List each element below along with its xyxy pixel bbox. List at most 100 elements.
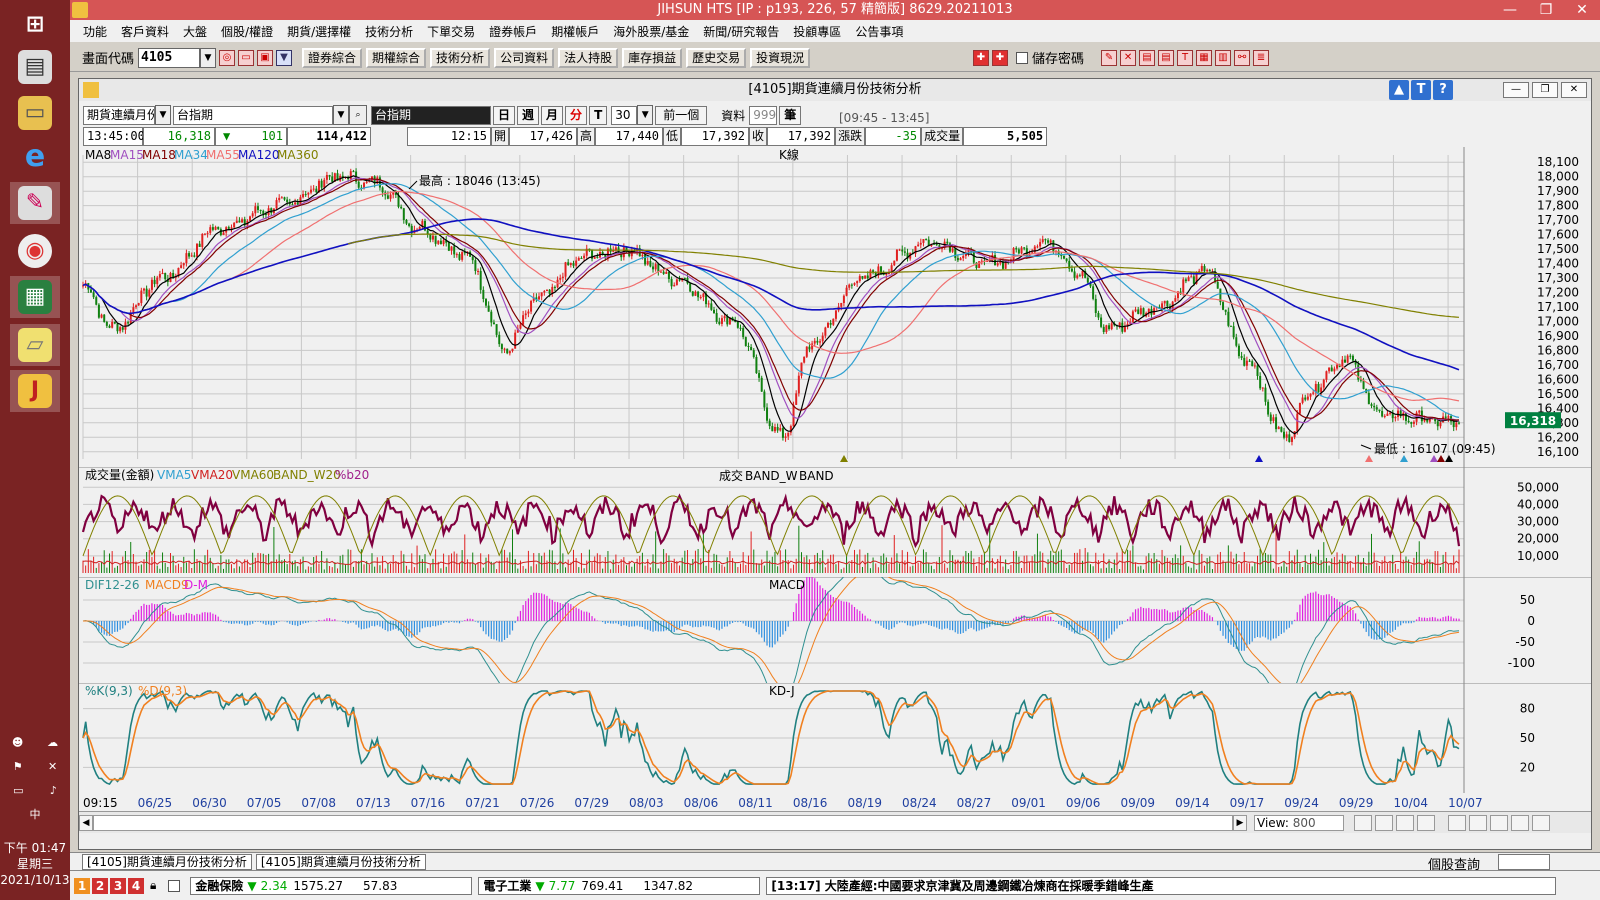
tool-t-icon[interactable]: T [1177, 49, 1194, 66]
scroll-track[interactable] [93, 815, 1233, 831]
window-tab[interactable]: [4105]期貨連續月份技術分析 [82, 853, 252, 870]
ie-browser-icon[interactable]: e [10, 136, 60, 178]
menu-item[interactable]: 投顧專區 [786, 23, 848, 40]
code-input[interactable]: 4105 [138, 47, 201, 68]
menu-item[interactable]: 技術分析 [358, 23, 420, 40]
ime-indicator[interactable]: 中 [30, 806, 41, 822]
menu-item[interactable]: 客戶資料 [114, 23, 176, 40]
draw-icon[interactable] [1511, 815, 1529, 831]
zoom-reset-icon[interactable] [1396, 815, 1414, 831]
volume-panel[interactable]: 50,00040,00030,00020,00010,000成交量(金額) VMA… [79, 467, 1591, 577]
ticker-checkbox[interactable] [168, 879, 181, 892]
interval-select[interactable]: 30 [611, 105, 638, 125]
menu-item[interactable]: 新聞/研究報告 [696, 23, 786, 40]
help-icon[interactable]: ? [1433, 80, 1453, 100]
tray-monitor-icon[interactable]: ▭ [13, 784, 23, 797]
restore-icon[interactable]: ❐ [1528, 0, 1564, 20]
tool-doc-icon[interactable]: ▤ [1139, 49, 1156, 66]
zoom-in-icon[interactable] [1354, 815, 1372, 831]
ticker-page-3[interactable]: 3 [110, 877, 126, 894]
scroll-right-icon[interactable]: ▶ [1233, 815, 1247, 831]
period-minute-button[interactable]: 分 [565, 105, 588, 125]
tray-volume-icon[interactable]: ♪ [50, 784, 57, 797]
tool-pen-icon[interactable]: ✎ [1101, 49, 1118, 66]
window-restore-icon[interactable]: ❐ [1532, 82, 1558, 98]
product-type-select[interactable]: 期貨連續月份 [83, 105, 155, 125]
gear-icon[interactable] [1532, 815, 1550, 831]
lock-icon[interactable]: 🔒︎ [150, 878, 156, 893]
toolbar-button[interactable]: 法人持股 [558, 47, 619, 68]
layout-icon[interactable] [1490, 815, 1508, 831]
kline-panel[interactable]: 18,10018,00017,90017,80017,70017,60017,5… [79, 147, 1591, 467]
file-explorer-icon[interactable]: ▭ [10, 92, 60, 134]
toolbar-button[interactable]: 歷史交易 [686, 47, 747, 68]
toolbar-button[interactable]: 庫存損益 [622, 47, 683, 68]
minus-red-icon[interactable]: ✚ [992, 49, 1008, 66]
tool-doc2-icon[interactable]: ▤ [1158, 49, 1175, 66]
tool-x-icon[interactable]: ✕ [1120, 49, 1137, 66]
settings-chart-icon[interactable] [1448, 815, 1466, 831]
toolbar-button[interactable]: 公司資料 [494, 47, 555, 68]
menu-item[interactable]: 功能 [76, 23, 114, 40]
tool-list-icon[interactable]: ≣ [1253, 49, 1270, 66]
window-icon[interactable]: ▼ [276, 49, 293, 66]
plus-red-icon[interactable]: ✚ [973, 49, 989, 66]
toolbar-button[interactable]: 期權綜合 [366, 47, 427, 68]
symbol-input[interactable]: 台指期 [173, 105, 333, 125]
toolbar-button[interactable]: 證券綜合 [302, 47, 363, 68]
copy-icon[interactable] [1469, 815, 1487, 831]
menu-item[interactable]: 期權帳戶 [544, 23, 606, 40]
chevron-down-icon[interactable]: ▼ [637, 105, 654, 125]
folder-icon[interactable]: ▭ [238, 49, 255, 66]
text-t-icon[interactable]: T [1411, 80, 1431, 100]
menu-item[interactable]: 大盤 [176, 23, 214, 40]
prev-button[interactable]: 前一個 [655, 105, 708, 125]
chevron-down-icon[interactable]: ▼ [200, 47, 217, 68]
period-day-button[interactable]: 日 [493, 105, 516, 125]
menu-item[interactable]: 下單交易 [420, 23, 482, 40]
save-password-checkbox[interactable] [1016, 51, 1028, 64]
tool-grid-icon[interactable]: ▦ [1196, 49, 1213, 66]
search-icon[interactable]: ◎ [219, 49, 236, 66]
macd-panel[interactable]: 50 0 -50 -100 DIF12-26 MACD9D-M MACD [79, 577, 1591, 683]
stock-query-input[interactable] [1498, 854, 1550, 870]
search-icon[interactable]: ⌕ [349, 105, 367, 125]
view-field[interactable]: View: 800 [1254, 815, 1344, 831]
tray-flag-icon[interactable]: ⚑ [13, 760, 23, 773]
close-icon[interactable]: ✕ [1564, 0, 1600, 20]
chevron-down-icon[interactable]: ▼ [155, 105, 171, 125]
toolbar-button[interactable]: 投資現況 [750, 47, 811, 68]
menu-item[interactable]: 海外股票/基金 [606, 23, 696, 40]
ticker-item-2[interactable]: 電子工業 ▼ 7.77 769.41 1347.82 [478, 876, 761, 895]
excel-icon[interactable]: ▦ [10, 276, 60, 318]
ticker-page-4[interactable]: 4 [128, 877, 144, 894]
refresh-icon[interactable] [1417, 815, 1435, 831]
print-icon[interactable]: ▣ [257, 49, 274, 66]
tray-person-icon[interactable]: ☻ [12, 736, 23, 749]
windows-start-icon[interactable]: ⊞ [10, 4, 60, 46]
scroll-left-icon[interactable]: ◀ [79, 815, 93, 831]
news-ticker[interactable]: [13:17] 大陸產經:中國要求京津冀及周邊鋼鐵冶煉商在採暖季錯峰生產 [766, 876, 1557, 895]
tool-link-icon[interactable]: ⚯ [1234, 49, 1251, 66]
data-unit-button[interactable]: 筆 [779, 105, 802, 125]
tray-cloud-icon[interactable]: ☁ [47, 736, 58, 749]
menu-item[interactable]: 公告事項 [848, 23, 910, 40]
chevron-down-icon[interactable]: ▼ [333, 105, 349, 125]
menu-item[interactable]: 證券帳戶 [482, 23, 544, 40]
menu-item[interactable]: 個股/權證 [214, 23, 280, 40]
window-minimize-icon[interactable]: — [1503, 82, 1529, 98]
window-tab[interactable]: [4105]期貨連續月份技術分析 [255, 853, 426, 870]
jihsun-app-icon[interactable]: J [10, 370, 60, 412]
ticker-page-1[interactable]: 1 [74, 877, 90, 894]
period-week-button[interactable]: 週 [517, 105, 540, 125]
window-close-icon[interactable]: ✕ [1561, 82, 1587, 98]
chrome-icon[interactable]: ◉ [10, 230, 60, 272]
app-window-icon[interactable]: ▤ [10, 46, 60, 88]
ticker-item-1[interactable]: 金融保險 ▼ 2.34 1575.27 57.83 [190, 876, 473, 895]
sticky-notes-icon[interactable]: ▱ [10, 324, 60, 366]
ticker-page-2[interactable]: 2 [92, 877, 108, 894]
tool-chart-icon[interactable]: ▥ [1215, 49, 1232, 66]
toolbar-button[interactable]: 技術分析 [430, 47, 491, 68]
minimize-icon[interactable]: — [1492, 0, 1528, 20]
kd-panel[interactable]: 80 50 20 %K(9,3) %D(9,3) KD-J [79, 683, 1591, 793]
